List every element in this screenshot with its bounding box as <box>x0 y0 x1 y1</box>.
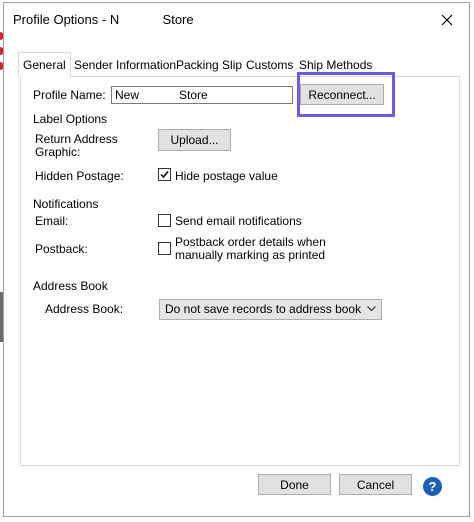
profile-name-input[interactable]: New Store <box>111 86 293 104</box>
cancel-button[interactable]: Cancel <box>339 474 412 495</box>
done-button[interactable]: Done <box>258 474 331 495</box>
address-book-label: Address Book: <box>45 302 124 316</box>
address-book-selected-value: Do not save records to address book <box>165 302 362 316</box>
return-address-label-graphic: Graphic: <box>35 145 81 159</box>
address-book-heading: Address Book <box>33 279 108 293</box>
tab-packing-slip[interactable]: Packing Slip <box>176 55 242 75</box>
hidden-postage-label: Hidden Postage: <box>35 169 124 183</box>
notifications-heading: Notifications <box>33 197 99 211</box>
postback-text-line1: Postback order details when <box>175 235 326 249</box>
hide-postage-checkbox[interactable] <box>158 168 171 181</box>
email-notifications-text: Send email notifications <box>175 214 302 228</box>
tab-customs[interactable]: Customs <box>246 55 293 75</box>
label-options-heading: Label Options <box>33 112 108 126</box>
email-notifications-checkbox[interactable] <box>158 214 171 227</box>
title-bar: Profile Options - N Store <box>4 3 469 35</box>
email-label: Email: <box>35 214 69 228</box>
tab-sender-information[interactable]: Sender Information <box>74 55 176 75</box>
hide-postage-text: Hide postage value <box>175 169 278 183</box>
tab-general[interactable]: General <box>18 52 71 77</box>
close-icon <box>441 14 453 26</box>
postback-checkbox[interactable] <box>158 242 171 255</box>
postback-text-line2: manually marking as printed <box>175 248 326 262</box>
address-book-select[interactable]: Do not save records to address book <box>159 299 382 320</box>
window-title: Profile Options - N Store <box>13 12 194 27</box>
return-address-label: Return Address <box>35 132 118 146</box>
checkmark-icon <box>160 171 169 179</box>
profile-options-dialog: Profile Options - N Store General Sender… <box>3 2 470 517</box>
chevron-down-icon <box>367 306 376 312</box>
profile-name-label: Profile Name: <box>33 88 106 102</box>
highlight-box <box>297 72 395 117</box>
help-icon[interactable]: ? <box>423 477 442 496</box>
postback-label: Postback: <box>35 242 88 256</box>
close-button[interactable] <box>429 6 465 34</box>
upload-button[interactable]: Upload... <box>158 129 231 151</box>
